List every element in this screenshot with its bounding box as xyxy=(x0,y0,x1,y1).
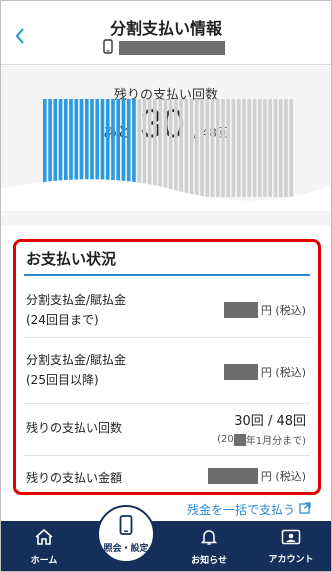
masked-amount xyxy=(207,468,258,484)
remaining-amount-row: 残りの支払い金額 円 (税込) xyxy=(24,456,310,492)
bottom-nav: ホーム お知らせ アカウント xyxy=(1,521,331,571)
account-card-icon xyxy=(281,529,301,549)
device-row xyxy=(103,38,225,58)
row-value: 30回 / 48回 xyxy=(234,410,306,429)
row-value: 円 (税込) xyxy=(223,302,306,318)
masked-amount xyxy=(223,302,258,318)
wave-divider xyxy=(1,179,331,211)
nav-home-label: ホーム xyxy=(30,556,58,566)
sub-prefix: (20 xyxy=(217,434,234,445)
lump-sum-payment-link[interactable]: 残金を一括で支払う xyxy=(187,501,311,518)
row-sub-value: (20 年1月分まで) xyxy=(217,432,306,447)
lump-sum-label: 残金を一括で支払う xyxy=(187,503,296,517)
masked-phone-number xyxy=(119,41,225,55)
masked-amount xyxy=(223,364,258,380)
sub-suffix: 年1月分まで) xyxy=(245,436,306,447)
row-label: 残りの支払い回数 xyxy=(26,421,123,435)
page-title: 分割支払い情報 xyxy=(109,19,222,38)
status-title: お支払い状況 xyxy=(26,250,117,268)
nav-home[interactable]: ホーム xyxy=(9,521,79,571)
row-unit: 円 (税込) xyxy=(260,366,306,379)
payment-status-card: お支払い状況 分割支払金/賦払金 (24回目まで) 円 (税込) 分割支払金/賦… xyxy=(13,239,321,495)
nav-account[interactable]: アカウント xyxy=(255,521,327,571)
header: 分割支払い情報 xyxy=(1,1,331,65)
installment-row-2: 分割支払金/賦払金 (25回目以降) 円 (税込) xyxy=(24,338,310,404)
remaining-count-value: 30回 / 48回 xyxy=(234,414,306,429)
row-label: 分割支払金/賦払金 xyxy=(26,293,127,307)
remaining-count-row: 残りの支払い回数 30回 / 48回 (20 年1月分まで) xyxy=(24,404,310,456)
row-label-sub: (25回目以降) xyxy=(26,373,99,387)
installment-row-1: 分割支払金/賦払金 (24回目まで) 円 (税込) xyxy=(24,282,310,338)
nav-notice-label: お知らせ xyxy=(191,556,227,566)
nav-inquiry-label: 照会・設定 xyxy=(103,543,149,554)
app-screen: 分割支払い情報 残りの支払い回数 あと 30 / 48回 お支払い状況 分割支払… xyxy=(0,0,332,572)
nav-account-label: アカウント xyxy=(268,555,314,565)
bell-icon xyxy=(200,528,218,550)
row-label: 残りの支払い金額 xyxy=(26,471,123,485)
smartphone-icon xyxy=(119,514,133,539)
title-underline xyxy=(24,274,310,276)
masked-year xyxy=(233,433,246,446)
row-label: 分割支払金/賦払金 xyxy=(26,353,127,367)
nav-inquiry-settings[interactable]: 照会・設定 xyxy=(97,505,155,563)
row-unit: 円 (税込) xyxy=(260,304,306,317)
home-icon xyxy=(34,528,54,550)
nav-notice[interactable]: お知らせ xyxy=(171,521,247,571)
smartphone-icon xyxy=(103,38,113,58)
row-value: 円 (税込) xyxy=(207,468,306,484)
row-value: 円 (税込) xyxy=(223,364,306,380)
row-unit: 円 (税込) xyxy=(260,470,306,483)
row-label-sub: (24回目まで) xyxy=(26,313,99,327)
external-link-icon xyxy=(299,502,311,517)
